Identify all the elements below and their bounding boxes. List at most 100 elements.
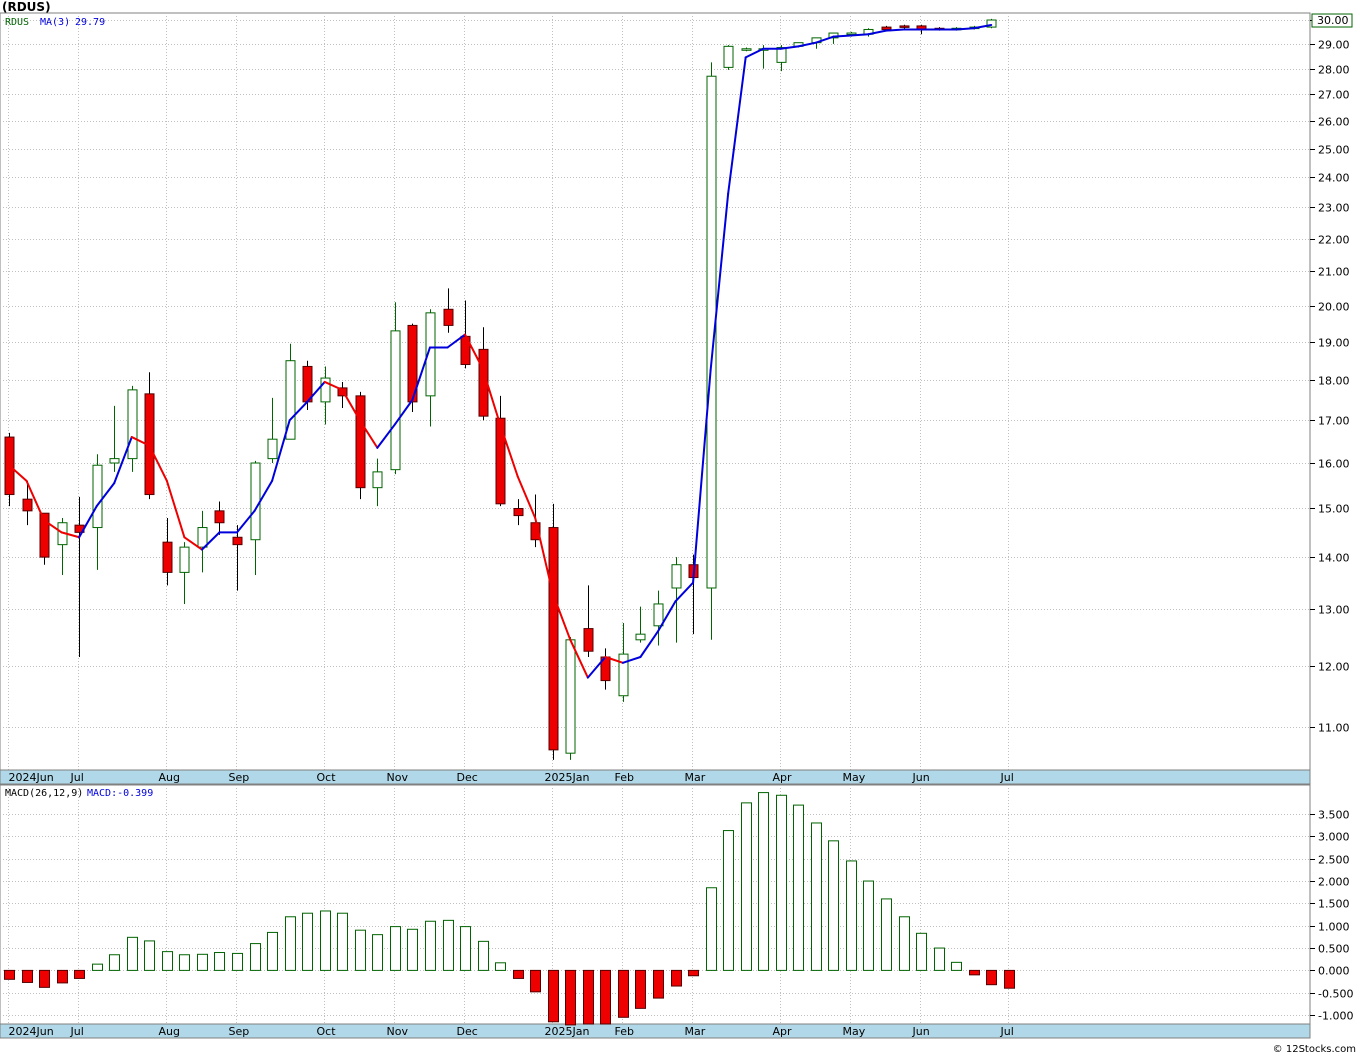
macd-bar bbox=[425, 920, 436, 971]
macd-ytick-label: 2.000 bbox=[1318, 876, 1350, 889]
candle-body bbox=[92, 464, 103, 529]
macd-ytick-label: 3.000 bbox=[1318, 831, 1350, 844]
macd-bar bbox=[214, 952, 225, 971]
macd-bar bbox=[881, 898, 892, 971]
price-ytick-label: 20.00 bbox=[1318, 301, 1350, 314]
macd-date-tick: Jul bbox=[70, 1025, 84, 1038]
candle-body bbox=[267, 438, 278, 460]
candle-body bbox=[214, 510, 225, 524]
macd-bar bbox=[986, 969, 997, 986]
macd-date-tick: Jul bbox=[1000, 1025, 1014, 1038]
macd-bar bbox=[828, 840, 839, 971]
macd-ytick-label: 1.000 bbox=[1318, 921, 1350, 934]
macd-bar bbox=[723, 830, 734, 971]
macd-bar bbox=[162, 951, 173, 971]
price-ytick-label: 18.00 bbox=[1318, 375, 1350, 388]
candle-body bbox=[881, 26, 892, 30]
macd-bar bbox=[899, 916, 910, 971]
macd-bar bbox=[653, 969, 664, 999]
macd-bar bbox=[495, 962, 506, 971]
legend-macd-value: MACD:-0.399 bbox=[87, 788, 153, 799]
macd-bar bbox=[179, 954, 190, 971]
macd-date-tick: Mar bbox=[685, 1025, 706, 1038]
macd-date-tick: Jun bbox=[912, 1025, 930, 1038]
macd-bar bbox=[811, 822, 822, 971]
macd-bar bbox=[793, 804, 804, 971]
legend-macd-name: MACD(26,12,9) bbox=[5, 788, 83, 799]
macd-bar bbox=[144, 940, 155, 971]
macd-bar bbox=[39, 969, 50, 988]
candle-body bbox=[635, 633, 646, 641]
price-ytick-label: 11.00 bbox=[1318, 722, 1350, 735]
ma3-segment bbox=[849, 33, 870, 37]
macd-ytick-label: 2.500 bbox=[1318, 854, 1350, 867]
price-date-tick: Jun bbox=[912, 771, 930, 784]
price-panel-frame bbox=[0, 12, 1311, 771]
price-ytick-label: 19.00 bbox=[1318, 337, 1350, 350]
macd-bar bbox=[337, 912, 348, 971]
macd-bar bbox=[1004, 969, 1015, 989]
price-ytick-label: 27.00 bbox=[1318, 89, 1350, 102]
price-date-tick: Jul bbox=[70, 771, 84, 784]
macd-bar bbox=[635, 969, 646, 1009]
macd-bar bbox=[4, 969, 15, 980]
price-date-tick: Feb bbox=[615, 771, 634, 784]
macd-bar bbox=[109, 954, 120, 971]
stock-chart: 2024Jun Jul Aug Sep Oct Nov Dec 2025Jan Feb Mar Ap… bbox=[0, 12, 1353, 1039]
macd-bar bbox=[478, 940, 489, 971]
macd-bar bbox=[92, 963, 103, 971]
price-ytick-label: 12.00 bbox=[1318, 661, 1350, 674]
macd-date-tick: 2024Jun bbox=[9, 1025, 54, 1038]
candle-body bbox=[443, 308, 454, 326]
price-date-tick: Sep bbox=[229, 771, 250, 784]
price-date-tick: Apr bbox=[773, 771, 793, 784]
macd-bar bbox=[530, 969, 541, 993]
macd-bar bbox=[57, 969, 68, 984]
macd-bar bbox=[706, 887, 717, 971]
candle-body bbox=[513, 507, 524, 517]
price-ytick-label: 23.00 bbox=[1318, 202, 1350, 215]
macd-bar bbox=[74, 969, 85, 979]
price-ytick-label: 24.00 bbox=[1318, 172, 1350, 185]
price-ytick-label: 28.00 bbox=[1318, 64, 1350, 77]
macd-bar bbox=[197, 953, 208, 971]
macd-bar bbox=[846, 860, 857, 971]
macd-bar bbox=[372, 934, 383, 971]
macd-bar bbox=[443, 919, 454, 971]
macd-bar bbox=[688, 969, 699, 977]
candle-body bbox=[565, 639, 576, 754]
macd-date-tick: Sep bbox=[229, 1025, 250, 1038]
candle-body bbox=[232, 536, 243, 546]
macd-bar bbox=[565, 969, 576, 1026]
candle-body bbox=[250, 462, 261, 541]
macd-bar bbox=[600, 969, 611, 1025]
price-date-tick: May bbox=[843, 771, 866, 784]
ma3-segment bbox=[955, 27, 975, 31]
macd-bar bbox=[583, 969, 594, 1025]
candle-body bbox=[671, 564, 682, 589]
ma3-segment bbox=[885, 28, 905, 32]
macd-date-tick: Aug bbox=[159, 1025, 180, 1038]
candle-body bbox=[899, 25, 910, 28]
price-ytick-label: 17.00 bbox=[1318, 415, 1350, 428]
price-ytick-label: 29.00 bbox=[1318, 39, 1350, 52]
candle-body bbox=[127, 389, 138, 460]
price-date-tick: Jul bbox=[1000, 771, 1014, 784]
macd-bar bbox=[460, 926, 471, 971]
legend-ma-name: MA(3) bbox=[40, 17, 70, 28]
candle-body bbox=[741, 48, 752, 51]
price-ytick-label: 26.00 bbox=[1318, 116, 1350, 129]
macd-ytick-label: -0.500 bbox=[1318, 988, 1353, 1001]
legend-symbol: RDUS bbox=[5, 17, 29, 28]
macd-date-tick: May bbox=[843, 1025, 866, 1038]
price-date-tick: 2024Jun bbox=[9, 771, 54, 784]
candle-body bbox=[162, 541, 173, 573]
macd-ytick-label: 0.000 bbox=[1318, 965, 1350, 978]
price-ytick-label: 14.00 bbox=[1318, 552, 1350, 565]
macd-bar bbox=[407, 928, 418, 971]
macd-ytick-label: -1.000 bbox=[1318, 1010, 1353, 1023]
macd-bar bbox=[302, 912, 313, 971]
macd-ytick-label: 3.500 bbox=[1318, 809, 1350, 822]
macd-bar bbox=[969, 969, 980, 976]
macd-bar bbox=[127, 936, 138, 971]
